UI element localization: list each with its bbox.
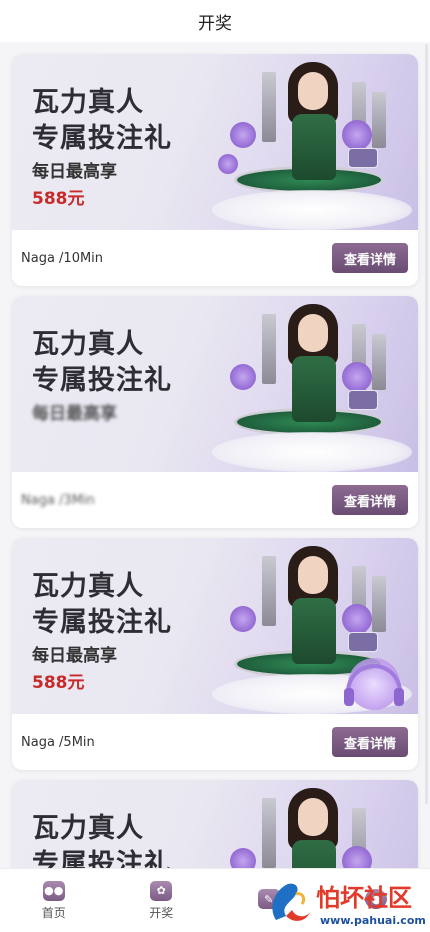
banner-title-line1: 瓦力真人 bbox=[32, 813, 144, 844]
tab-label: 首页 bbox=[41, 905, 66, 920]
site-watermark: 怕坏社区 www.pahuai.com bbox=[272, 883, 426, 927]
page-title: 开奖 bbox=[198, 13, 232, 34]
tab-label: 开奖 bbox=[149, 905, 174, 920]
tab-lottery[interactable]: ✿ 开奖 bbox=[108, 869, 216, 932]
promo-banner[interactable]: 瓦力真人 专属投注礼 bbox=[12, 780, 418, 868]
svg-text:怕坏社区: 怕坏社区 bbox=[316, 884, 412, 912]
promo-banner[interactable]: 瓦力真人 专属投注礼 每日最高享 588元 bbox=[12, 54, 418, 230]
watermark-logo-icon bbox=[272, 883, 310, 921]
banner-subtitle: 每日最高享 bbox=[32, 646, 117, 666]
view-details-button[interactable]: 查看详情 bbox=[332, 727, 408, 757]
banner-price: 588元 bbox=[32, 189, 85, 209]
view-details-button[interactable]: 查看详情 bbox=[332, 243, 408, 273]
header-bar: 开奖 bbox=[0, 0, 430, 42]
casino-scene-illustration bbox=[212, 62, 412, 230]
game-name: Naga /10Min bbox=[21, 250, 104, 266]
banner-title-line1: 瓦力真人 bbox=[32, 329, 144, 360]
flower-icon: ✿ bbox=[150, 880, 173, 901]
lottery-card[interactable]: 瓦力真人 专属投注礼 每日最高享 Naga /3Min 查看详情 bbox=[12, 296, 418, 528]
tab-home[interactable]: ●● 首页 bbox=[0, 869, 108, 932]
game-name: Naga /5Min bbox=[21, 734, 95, 750]
banner-title-line2: 专属投注礼 bbox=[32, 365, 172, 396]
lottery-list[interactable]: 瓦力真人 专属投注礼 每日最高享 588元 Naga /10Min 查看详情 瓦… bbox=[0, 42, 430, 868]
card-footer: Naga /5Min 查看详情 bbox=[12, 714, 418, 770]
svg-text:www.pahuai.com: www.pahuai.com bbox=[320, 914, 426, 927]
banner-title-line1: 瓦力真人 bbox=[32, 571, 144, 602]
game-name: Naga /3Min bbox=[21, 492, 95, 508]
view-details-button[interactable]: 查看详情 bbox=[332, 485, 408, 515]
card-footer: Naga /10Min 查看详情 bbox=[12, 230, 418, 286]
banner-title-line2: 专属投注礼 bbox=[32, 123, 172, 154]
banner-title-line2: 专属投注礼 bbox=[32, 849, 172, 868]
banner-title-line2: 专属投注礼 bbox=[32, 607, 172, 638]
banner-subtitle: 每日最高享 bbox=[32, 162, 117, 182]
lottery-card[interactable]: 瓦力真人 专属投注礼 每日最高享 588元 Naga /10Min 查看详情 bbox=[12, 54, 418, 286]
banner-subtitle: 每日最高享 bbox=[32, 404, 117, 424]
banner-title-line1: 瓦力真人 bbox=[32, 87, 144, 118]
promo-banner[interactable]: 瓦力真人 专属投注礼 每日最高享 bbox=[12, 296, 418, 472]
casino-scene-illustration bbox=[212, 304, 412, 472]
gamepad-icon: ●● bbox=[42, 880, 65, 901]
customer-service-headset-icon[interactable] bbox=[342, 652, 406, 716]
casino-scene-illustration bbox=[212, 788, 412, 868]
lottery-card[interactable]: 瓦力真人 专属投注礼 bbox=[12, 780, 418, 868]
card-footer: Naga /3Min 查看详情 bbox=[12, 472, 418, 528]
scrollbar[interactable] bbox=[425, 44, 428, 804]
banner-price: 588元 bbox=[32, 673, 85, 693]
